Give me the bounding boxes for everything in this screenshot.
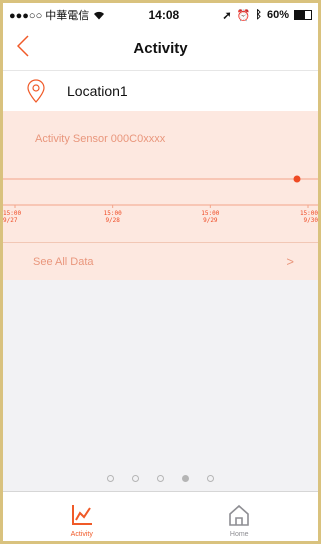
location-arrow-icon: ➚ <box>222 9 232 22</box>
page-dot[interactable] <box>107 475 114 482</box>
chevron-right-icon: > <box>286 254 294 269</box>
tab-home[interactable]: Home <box>161 492 319 541</box>
tab-activity[interactable]: Activity <box>3 492 161 541</box>
status-bar: ●●●○○ 中華電信 14:08 ➚ ⏰ ᛒ 60% <box>3 3 318 27</box>
phone-screen: ●●●○○ 中華電信 14:08 ➚ ⏰ ᛒ 60% Activity Loca… <box>3 3 318 541</box>
chevron-left-icon[interactable] <box>17 35 29 57</box>
see-all-data-row[interactable]: See All Data > <box>3 242 318 280</box>
sensor-card[interactable]: Activity Sensor 000C0xxxx 15:00 9/27 15:00… <box>3 111 318 242</box>
x-tick-label-date: 9/28 <box>105 217 120 224</box>
page-dot[interactable] <box>182 475 189 482</box>
location-name: Location1 <box>67 83 128 99</box>
activity-chart-icon <box>71 505 92 525</box>
x-tick-label-time: 15:00 <box>201 210 219 217</box>
page-dot[interactable] <box>157 475 164 482</box>
x-tick-label-date: 9/30 <box>304 217 318 224</box>
tab-home-label: Home <box>229 531 249 538</box>
x-tick-label-time: 15:00 <box>104 210 122 217</box>
bluetooth-icon: ᛒ <box>255 9 262 21</box>
clock: 14:08 <box>148 8 180 22</box>
location-header: Location1 <box>3 71 318 111</box>
home-icon <box>229 504 250 526</box>
page-title: Activity <box>133 40 188 57</box>
tab-bar: Activity Home <box>3 491 318 541</box>
wifi-icon <box>94 11 105 19</box>
see-all-data-label: See All Data <box>33 255 94 268</box>
sensor-title: Activity Sensor 000C0xxxx <box>35 133 166 145</box>
carrier-label: ●●●○○ 中華電信 <box>9 10 90 22</box>
status-left: ●●●○○ 中華電信 <box>9 7 105 23</box>
data-point <box>293 175 301 183</box>
battery-icon <box>293 10 312 20</box>
nav-bar: Activity <box>3 27 318 71</box>
alarm-icon: ⏰ <box>236 9 251 22</box>
activity-chart: 15:009/2715:009/2815:009/2915:009/30 <box>3 175 318 224</box>
page-dot[interactable] <box>207 475 214 482</box>
battery-percent: 60% <box>266 9 289 21</box>
status-right: ➚ ⏰ ᛒ 60% <box>222 9 312 22</box>
x-tick-label-time: 15:00 <box>300 210 318 217</box>
x-tick-label-date: 9/29 <box>203 217 218 224</box>
x-tick-label-date: 9/27 <box>3 217 18 224</box>
page-indicator[interactable] <box>3 475 318 482</box>
x-tick-label-time: 15:00 <box>3 210 21 217</box>
page-dot[interactable] <box>132 475 139 482</box>
location-pin-icon <box>27 79 45 103</box>
tab-activity-label: Activity <box>70 531 93 538</box>
